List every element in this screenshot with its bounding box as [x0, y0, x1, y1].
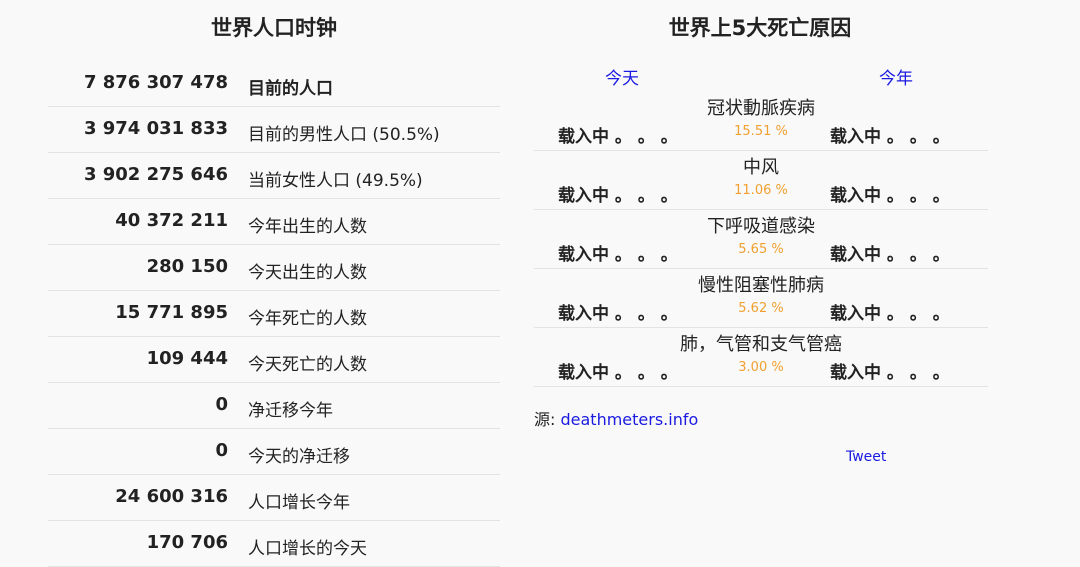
loading-year: 载入中 。 。 。 — [830, 186, 950, 206]
stat-label: 当前女性人口 (49.5%) — [248, 171, 423, 191]
stat-label: 今年出生的人数 — [248, 217, 367, 237]
column-today-link[interactable]: 今天 — [605, 64, 639, 89]
cause-row-stroke: 中风 载入中 。 。 。 11.06 % 载入中 。 。 。 — [534, 151, 988, 210]
stat-row-births-today: 280 150 今天出生的人数 — [48, 244, 500, 291]
stat-row-growth-year: 24 600 316 人口增长今年 — [48, 474, 500, 521]
stat-label: 目前的人口 — [248, 79, 333, 99]
stat-label: 人口增长今年 — [248, 493, 350, 513]
population-clock-title: 世界人口时钟 — [211, 16, 337, 40]
cause-name: 肺，气管和支气管癌 — [680, 334, 842, 355]
stat-value: 109 444 — [146, 348, 228, 369]
stat-label: 人口增长的今天 — [248, 539, 367, 559]
source-line: 源: deathmeters.info — [534, 406, 698, 430]
loading-year: 载入中 。 。 。 — [830, 363, 950, 383]
stat-row-male-population: 3 974 031 833 目前的男性人口 (50.5%) — [48, 106, 500, 153]
stat-row-births-this-year: 40 372 211 今年出生的人数 — [48, 198, 500, 245]
stat-value: 7 876 307 478 — [83, 72, 228, 93]
cause-row-respiratory: 下呼吸道感染 载入中 。 。 。 5.65 % 载入中 。 。 。 — [534, 210, 988, 269]
loading-year: 载入中 。 。 。 — [830, 245, 950, 265]
stat-label: 今年死亡的人数 — [248, 309, 367, 329]
column-year-link[interactable]: 今年 — [879, 64, 913, 89]
stat-row-current-population: 7 876 307 478 目前的人口 — [48, 60, 500, 107]
cause-name: 慢性阻塞性肺病 — [698, 275, 824, 296]
stat-label: 今天死亡的人数 — [248, 355, 367, 375]
stat-value: 170 706 — [146, 532, 228, 553]
stat-value: 15 771 895 — [115, 302, 228, 323]
stat-value: 280 150 — [146, 256, 228, 277]
loading-year: 载入中 。 。 。 — [830, 127, 950, 147]
stat-value: 0 — [215, 394, 228, 415]
stat-value: 3 902 275 646 — [83, 164, 228, 185]
cause-name: 中风 — [743, 157, 779, 178]
death-causes-title: 世界上5大死亡原因 — [668, 16, 852, 40]
cause-name: 冠状動脈疾病 — [707, 98, 815, 119]
stat-row-deaths-today: 109 444 今天死亡的人数 — [48, 336, 500, 383]
stat-row-net-migration-today: 0 今天的净迁移 — [48, 428, 500, 475]
stat-label: 净迁移今年 — [248, 401, 333, 421]
tweet-button[interactable]: Tweet — [846, 449, 886, 465]
stat-value: 3 974 031 833 — [83, 118, 228, 139]
stat-value: 24 600 316 — [115, 486, 228, 507]
cause-row-lung-cancer: 肺，气管和支气管癌 载入中 。 。 。 3.00 % 载入中 。 。 。 — [534, 328, 988, 387]
cause-row-copd: 慢性阻塞性肺病 载入中 。 。 。 5.62 % 载入中 。 。 。 — [534, 269, 988, 328]
stat-row-net-migration-year: 0 净迁移今年 — [48, 382, 500, 429]
stat-label: 今天出生的人数 — [248, 263, 367, 283]
loading-year: 载入中 。 。 。 — [830, 304, 950, 324]
stat-row-deaths-this-year: 15 771 895 今年死亡的人数 — [48, 290, 500, 337]
cause-row-coronary: 冠状動脈疾病 载入中 。 。 。 15.51 % 载入中 。 。 。 — [534, 92, 988, 151]
stat-row-growth-today: 170 706 人口增长的今天 — [48, 520, 500, 567]
source-link[interactable]: deathmeters.info — [560, 410, 698, 429]
stat-value: 40 372 211 — [115, 210, 228, 231]
source-prefix: 源: — [534, 410, 561, 429]
stat-row-female-population: 3 902 275 646 当前女性人口 (49.5%) — [48, 152, 500, 199]
stat-label: 目前的男性人口 (50.5%) — [248, 125, 440, 145]
cause-name: 下呼吸道感染 — [707, 216, 815, 237]
stat-value: 0 — [215, 440, 228, 461]
stat-label: 今天的净迁移 — [248, 447, 350, 467]
